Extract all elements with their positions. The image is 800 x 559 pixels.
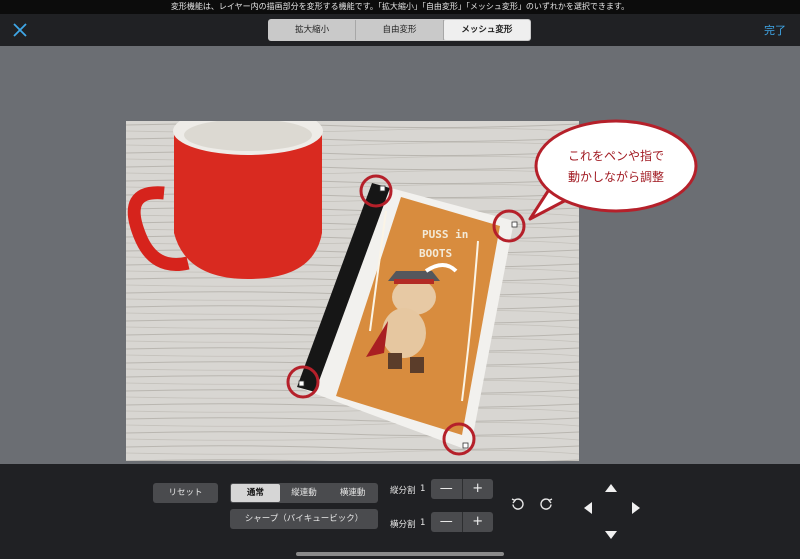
book-title-line1: PUSS in: [422, 228, 468, 241]
mode-horizontal-link[interactable]: 横連動: [328, 484, 377, 502]
book-title-line2: BOOTS: [419, 247, 452, 260]
undo-button[interactable]: [510, 496, 526, 516]
interpolation-select[interactable]: シャープ（バイキュービック）: [230, 509, 378, 529]
rotate-right-icon: [540, 498, 553, 510]
canvas-area[interactable]: PUSS in BOOTS これをペンや指で 動かしながら調整: [0, 46, 800, 464]
nudge-up-button[interactable]: [605, 477, 617, 496]
arrow-down-icon: [605, 531, 617, 539]
nudge-down-button[interactable]: [605, 524, 617, 543]
mode-normal[interactable]: 通常: [231, 484, 280, 502]
callout-bubble: これをペンや指で 動かしながら調整: [528, 119, 698, 221]
tab-mesh-transform[interactable]: メッシュ変形: [443, 20, 530, 40]
horizontal-division-label: 横分割: [390, 520, 416, 530]
tab-scale[interactable]: 拡大縮小: [269, 20, 357, 40]
reset-button[interactable]: リセット: [153, 483, 218, 503]
arrow-right-icon: [632, 502, 640, 514]
done-button[interactable]: 完了: [764, 22, 786, 38]
close-button[interactable]: [10, 20, 30, 40]
horizontal-division-decrement[interactable]: —: [431, 512, 463, 532]
horizontal-division-stepper: — +: [431, 512, 493, 532]
arrow-left-icon: [584, 502, 592, 514]
nudge-right-button[interactable]: [632, 499, 640, 518]
bottom-toolbar: リセット 通常 縦連動 横連動 シャープ（バイキュービック） 縦分割 1 — +…: [0, 464, 800, 559]
callout-line2: 動かしながら調整: [568, 169, 664, 184]
status-message: 変形機能は、レイヤー内の描画部分を変形する機能です。「拡大縮小」「自由変形」「メ…: [0, 0, 800, 14]
horizontal-division-increment[interactable]: +: [463, 512, 494, 532]
tab-free-transform[interactable]: 自由変形: [356, 20, 444, 40]
close-icon: [13, 23, 27, 37]
vertical-division-stepper: — +: [431, 479, 493, 499]
rotate-left-icon: [511, 498, 524, 510]
vertical-division-label: 縦分割: [390, 486, 416, 496]
callout-line1: これをペンや指で: [568, 148, 664, 163]
mode-vertical-link[interactable]: 縦連動: [280, 484, 329, 502]
photo-layer: PUSS in BOOTS: [126, 121, 579, 461]
nudge-left-button[interactable]: [584, 499, 592, 518]
vertical-division-decrement[interactable]: —: [431, 479, 463, 499]
vertical-division-value: 1: [420, 484, 426, 494]
vertical-division-increment[interactable]: +: [463, 479, 494, 499]
home-indicator: [296, 552, 504, 556]
horizontal-division-value: 1: [420, 518, 426, 528]
mesh-mode-segment: 通常 縦連動 横連動: [230, 483, 378, 503]
transform-mode-segment: 拡大縮小 自由変形 メッシュ変形: [268, 19, 531, 41]
redo-button[interactable]: [538, 496, 554, 516]
arrow-up-icon: [605, 484, 617, 492]
top-toolbar: 拡大縮小 自由変形 メッシュ変形 完了: [0, 14, 800, 46]
